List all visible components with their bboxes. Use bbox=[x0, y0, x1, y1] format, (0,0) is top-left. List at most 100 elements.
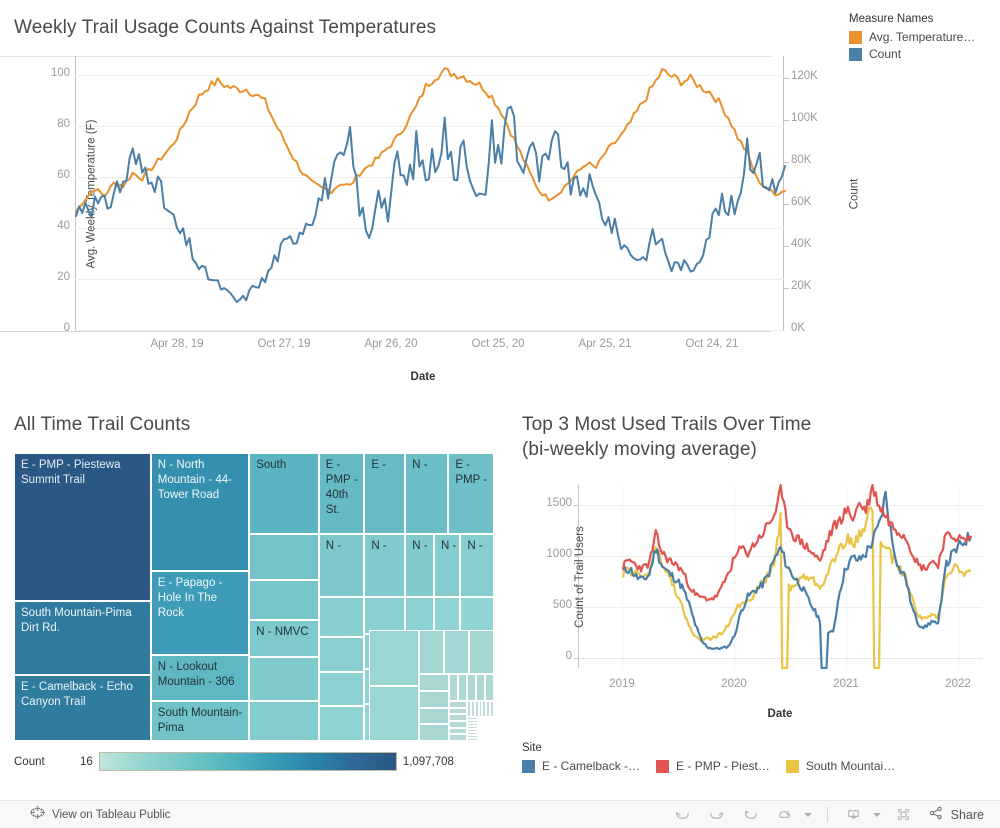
top3-plot-area[interactable]: 1500 1000 500 0 Count of Trail Users 201… bbox=[546, 483, 982, 690]
measure-names-legend[interactable]: Measure Names Avg. Temperature… Count bbox=[849, 13, 999, 64]
share-label: Share bbox=[950, 807, 984, 822]
treemap-cell-small[interactable] bbox=[449, 714, 468, 722]
treemap-area[interactable]: E - PMP - Piestewa Summit Trail South Mou… bbox=[14, 453, 495, 742]
treemap-cell-label: South Mountain-Pima bbox=[157, 706, 243, 734]
treemap-cell[interactable]: N - bbox=[405, 533, 434, 597]
redo-button[interactable] bbox=[700, 803, 734, 827]
treemap-cell[interactable] bbox=[434, 597, 461, 635]
weekly-usage-chart-title: Weekly Trail Usage Counts Against Temper… bbox=[14, 17, 437, 38]
treemap-cell-small[interactable] bbox=[477, 739, 485, 742]
treemap-cell[interactable] bbox=[364, 597, 406, 635]
treemap-cell[interactable]: South Mountain-Pima Dirt Rd. bbox=[14, 601, 151, 675]
treemap-color-legend[interactable]: Count 16 1,097,708 bbox=[14, 752, 454, 771]
treemap-cell-small[interactable] bbox=[449, 674, 459, 702]
treemap-cell-label: N - bbox=[412, 459, 428, 471]
treemap-cell[interactable]: E - Camelback - Echo Canyon Trail bbox=[14, 674, 151, 741]
top3-title-block: Top 3 Most Used Trails Over Time (bi-wee… bbox=[522, 412, 942, 462]
treemap-cell-label: E - PMP - 40th St. bbox=[325, 459, 358, 516]
top3-y-tick: 1500 bbox=[546, 497, 572, 509]
download-button[interactable] bbox=[837, 803, 871, 827]
treemap-cell[interactable] bbox=[249, 579, 319, 621]
treemap-cell-small[interactable] bbox=[449, 721, 468, 728]
treemap-cell[interactable] bbox=[249, 533, 319, 580]
treemap-cell-small[interactable] bbox=[419, 724, 450, 741]
weekly-usage-chart-panel: Weekly Trail Usage Counts Against Temper… bbox=[0, 0, 860, 395]
treemap-cell-small[interactable] bbox=[469, 630, 494, 675]
legend-label: Avg. Temperature… bbox=[869, 30, 976, 44]
treemap-cell-small[interactable] bbox=[449, 707, 468, 715]
treemap-cell[interactable]: N - North Mountain - 44-Tower Road bbox=[150, 453, 250, 572]
share-icon bbox=[927, 804, 945, 825]
treemap-cell-small[interactable] bbox=[369, 685, 420, 741]
tableau-link-label: View on Tableau Public bbox=[52, 808, 171, 821]
treemap-cell-small[interactable] bbox=[458, 674, 468, 702]
treemap-cell[interactable]: N - bbox=[318, 533, 365, 597]
treemap-cell[interactable]: E - PMP - 40th St. bbox=[318, 453, 365, 534]
treemap-cell[interactable]: N - bbox=[405, 453, 449, 534]
treemap-cell-small[interactable] bbox=[449, 701, 468, 708]
treemap-cell-small[interactable] bbox=[419, 707, 450, 725]
treemap-cell-small[interactable] bbox=[419, 691, 450, 708]
x-tick: Oct 27, 19 bbox=[257, 338, 311, 350]
fullscreen-button[interactable] bbox=[887, 803, 921, 827]
treemap-cell[interactable] bbox=[249, 657, 319, 701]
treemap-cell-small[interactable] bbox=[369, 630, 420, 686]
treemap-title: All Time Trail Counts bbox=[14, 414, 191, 435]
treemap-cell[interactable] bbox=[318, 706, 365, 741]
y-tick-right: 60K bbox=[791, 196, 812, 208]
legend-item-count[interactable]: Count bbox=[849, 47, 999, 61]
treemap-cell-small[interactable] bbox=[467, 738, 478, 741]
treemap-cell-label: N - NMVC bbox=[256, 626, 309, 639]
download-dropdown-caret[interactable] bbox=[871, 803, 887, 827]
treemap-cell-small[interactable] bbox=[476, 674, 485, 702]
top3-x-axis-title: Date bbox=[767, 708, 793, 720]
treemap-cell[interactable]: E - Papago - Hole In The Rock bbox=[150, 571, 250, 655]
toolbar-divider bbox=[826, 807, 828, 822]
treemap-cell[interactable]: E - bbox=[364, 453, 406, 534]
legend-item-south-mountain[interactable]: South Mountai… bbox=[785, 759, 895, 773]
treemap-cell[interactable] bbox=[318, 637, 365, 672]
view-on-tableau-public-link[interactable]: View on Tableau Public bbox=[30, 805, 171, 825]
treemap-cell-small[interactable] bbox=[490, 701, 494, 718]
site-legend[interactable]: Site E - Camelback -… E - PMP - Piest… S… bbox=[522, 742, 992, 773]
legend-item-temperature[interactable]: Avg. Temperature… bbox=[849, 30, 999, 44]
treemap-cell-small[interactable] bbox=[492, 717, 495, 727]
treemap-cell[interactable] bbox=[249, 700, 319, 741]
top3-title-line1: Top 3 Most Used Trails Over Time bbox=[522, 414, 812, 435]
treemap-cell-label: South Mountain-Pima Dirt Rd. bbox=[21, 607, 132, 635]
legend-title: Measure Names bbox=[849, 13, 934, 25]
weekly-usage-plot-area[interactable]: 100 80 60 40 20 0 120K 100K 80K 60K 40K … bbox=[0, 56, 860, 334]
treemap-cell[interactable]: N - bbox=[434, 533, 461, 597]
treemap-cell[interactable] bbox=[318, 597, 365, 638]
pause-dropdown-caret[interactable] bbox=[802, 803, 818, 827]
share-button[interactable]: Share bbox=[927, 804, 984, 825]
treemap-cell[interactable]: N - NMVC bbox=[249, 620, 319, 658]
treemap-cell-small[interactable] bbox=[444, 630, 470, 675]
treemap-cell[interactable]: N - bbox=[460, 533, 494, 597]
top3-trails-panel: Top 3 Most Used Trails Over Time (bi-wee… bbox=[510, 400, 1000, 800]
legend-item-piestewa[interactable]: E - PMP - Piest… bbox=[656, 759, 770, 773]
treemap-cell-small[interactable] bbox=[419, 674, 450, 692]
y-tick-right: 20K bbox=[791, 280, 812, 292]
revert-button[interactable] bbox=[734, 803, 768, 827]
legend-label: Count bbox=[869, 47, 902, 61]
treemap-cell-small[interactable] bbox=[485, 674, 494, 702]
treemap-cell[interactable] bbox=[460, 597, 494, 635]
treemap-cell[interactable]: South bbox=[249, 453, 319, 534]
treemap-cell[interactable]: N - bbox=[364, 533, 406, 597]
treemap-cell-small[interactable] bbox=[449, 727, 468, 735]
undo-button[interactable] bbox=[666, 803, 700, 827]
treemap-cell[interactable]: South Mountain-Pima bbox=[150, 700, 250, 741]
treemap-cell[interactable]: N - Lookout Mountain - 306 bbox=[150, 654, 250, 701]
treemap-cell-label: N - bbox=[371, 539, 387, 552]
legend-item-camelback[interactable]: E - Camelback -… bbox=[522, 759, 640, 773]
treemap-cell[interactable]: E - PMP - bbox=[448, 453, 494, 534]
treemap-cell-small[interactable] bbox=[449, 734, 468, 741]
x-axis-title: Date bbox=[410, 371, 436, 383]
treemap-cell[interactable]: E - PMP - Piestewa Summit Trail bbox=[14, 453, 151, 602]
treemap-cell[interactable] bbox=[318, 671, 365, 707]
refresh-button[interactable] bbox=[768, 803, 802, 827]
treemap-cell-small[interactable] bbox=[419, 630, 445, 675]
color-gradient-bar[interactable] bbox=[98, 752, 397, 771]
treemap-cell-small[interactable] bbox=[467, 674, 477, 702]
